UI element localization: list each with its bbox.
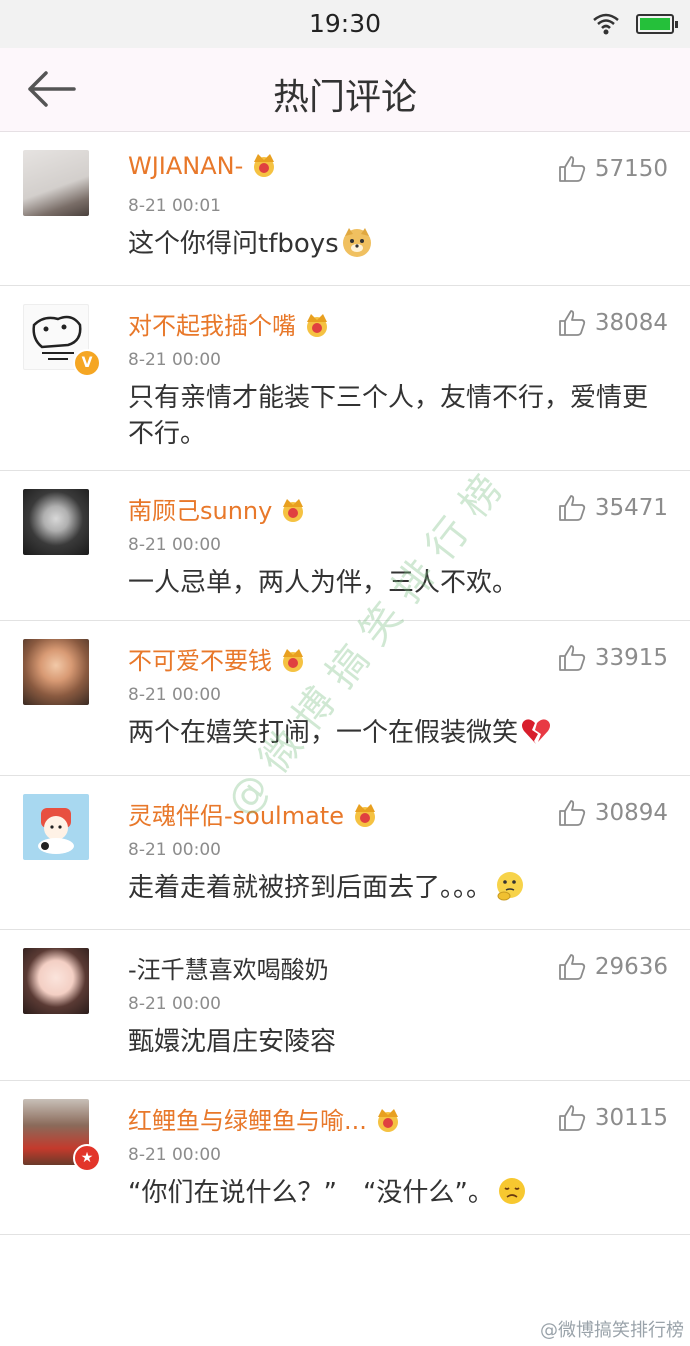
like-count: 33915 xyxy=(594,645,668,671)
thinking-emoji-icon xyxy=(497,872,524,901)
avatar[interactable] xyxy=(23,794,89,860)
thumbs-up-icon xyxy=(558,156,585,182)
thumbs-up-icon xyxy=(558,495,585,521)
avatar[interactable] xyxy=(23,150,89,216)
battery-icon xyxy=(636,14,678,34)
like-button[interactable]: 30115 xyxy=(557,1103,668,1133)
vip-crown-icon xyxy=(307,314,327,337)
like-count: 38084 xyxy=(594,310,668,336)
status-time: 19:30 xyxy=(308,9,382,38)
avatar[interactable] xyxy=(23,489,89,555)
thumbs-up-icon xyxy=(558,645,585,671)
comment-text: 这个你得问tfboys xyxy=(128,226,650,262)
verified-badge: ★ xyxy=(73,1144,101,1172)
vip-crown-icon xyxy=(283,649,303,672)
comment-item[interactable]: WJIANAN- 57150 8-21 00:01 这个你得问tfboys xyxy=(0,132,690,286)
comment-text: 走着走着就被挤到后面去了。。。 xyxy=(128,870,650,906)
comment-text: “你们在说什么？” “没什么”。 xyxy=(128,1175,650,1211)
avatar[interactable] xyxy=(23,639,89,705)
comment-list: WJIANAN- 57150 8-21 00:01 这个你得问tfboys V … xyxy=(0,132,690,1235)
cartoon-avatar-icon xyxy=(38,808,74,854)
comment-text: 只有亲情才能装下三个人，友情不行，爱情更不行。 xyxy=(128,383,649,449)
comment-text: 甄嬛沈眉庄安陵容 xyxy=(128,1027,337,1057)
vip-crown-icon xyxy=(377,1109,398,1132)
like-count: 30894 xyxy=(594,800,668,826)
broken-heart-emoji-icon xyxy=(522,719,551,744)
comment-text: 一人忌单，两人为伴，三人不欢。 xyxy=(128,568,519,598)
back-button[interactable] xyxy=(20,64,84,114)
like-button[interactable]: 29636 xyxy=(557,952,668,982)
comment-time: 8-21 00:00 xyxy=(128,840,221,860)
comment-time: 8-21 00:00 xyxy=(128,1145,221,1165)
comment-time: 8-21 00:00 xyxy=(128,685,221,705)
username[interactable]: 红鲤鱼与绿鲤鱼与喻... xyxy=(128,1101,403,1136)
comment-time: 8-21 00:00 xyxy=(128,350,221,370)
like-count: 29636 xyxy=(594,954,668,980)
vip-crown-icon xyxy=(283,499,304,522)
comment-item[interactable]: -汪千慧喜欢喝酸奶 29636 8-21 00:00 甄嬛沈眉庄安陵容 xyxy=(0,930,690,1081)
like-button[interactable]: 38084 xyxy=(557,308,668,338)
like-button[interactable]: 30894 xyxy=(557,798,668,828)
like-count: 57150 xyxy=(594,156,668,182)
wifi-icon xyxy=(593,13,619,35)
verified-badge: V xyxy=(73,349,101,377)
comment-item[interactable]: V 对不起我插个嘴 38084 8-21 00:00 只有亲情才能装下三个人，友… xyxy=(0,286,690,471)
thumbs-up-icon xyxy=(558,954,585,980)
thumbs-up-icon xyxy=(558,310,585,336)
back-arrow-icon xyxy=(28,71,76,107)
username[interactable]: -汪千慧喜欢喝酸奶 xyxy=(128,950,329,985)
comment-text: 两个在嬉笑打闹，一个在假装微笑 xyxy=(128,715,650,751)
avatar[interactable] xyxy=(23,948,89,1014)
like-button[interactable]: 57150 xyxy=(557,154,668,184)
page-title: 热门评论 xyxy=(272,77,417,118)
like-button[interactable]: 35471 xyxy=(557,493,668,523)
username[interactable]: 不可爱不要钱 xyxy=(128,641,308,676)
thumbs-up-icon xyxy=(558,800,585,826)
nav-bar: 热门评论 xyxy=(0,48,690,132)
vip-crown-icon xyxy=(254,154,275,177)
comment-item[interactable]: 灵魂伴侣-soulmate 30894 8-21 00:00 走着走着就被挤到后… xyxy=(0,776,690,930)
comment-time: 8-21 00:00 xyxy=(128,994,221,1014)
username[interactable]: WJIANAN- xyxy=(128,152,279,180)
thumbs-up-icon xyxy=(558,1105,585,1131)
comment-time: 8-21 00:01 xyxy=(128,196,221,216)
like-count: 35471 xyxy=(594,495,668,521)
like-count: 30115 xyxy=(594,1105,668,1131)
vip-crown-icon xyxy=(355,804,375,827)
footer-watermark: @微博搞笑排行榜 xyxy=(540,1320,684,1341)
comment-item[interactable]: ★ 红鲤鱼与绿鲤鱼与喻... 30115 8-21 00:00 “你们在说什么？… xyxy=(0,1081,690,1235)
comment-item[interactable]: 不可爱不要钱 33915 8-21 00:00 两个在嬉笑打闹，一个在假装微笑 xyxy=(0,621,690,776)
comment-time: 8-21 00:00 xyxy=(128,535,221,555)
username[interactable]: 灵魂伴侣-soulmate xyxy=(128,796,380,831)
comment-item[interactable]: 南顾己sunny 35471 8-21 00:00 一人忌单，两人为伴，三人不欢… xyxy=(0,471,690,621)
status-bar: 19:30 xyxy=(0,0,690,48)
doge-emoji-icon xyxy=(342,228,371,257)
like-button[interactable]: 33915 xyxy=(557,643,668,673)
sad-emoji-icon xyxy=(498,1178,525,1204)
username[interactable]: 对不起我插个嘴 xyxy=(128,306,332,341)
username[interactable]: 南顾己sunny xyxy=(128,491,308,526)
